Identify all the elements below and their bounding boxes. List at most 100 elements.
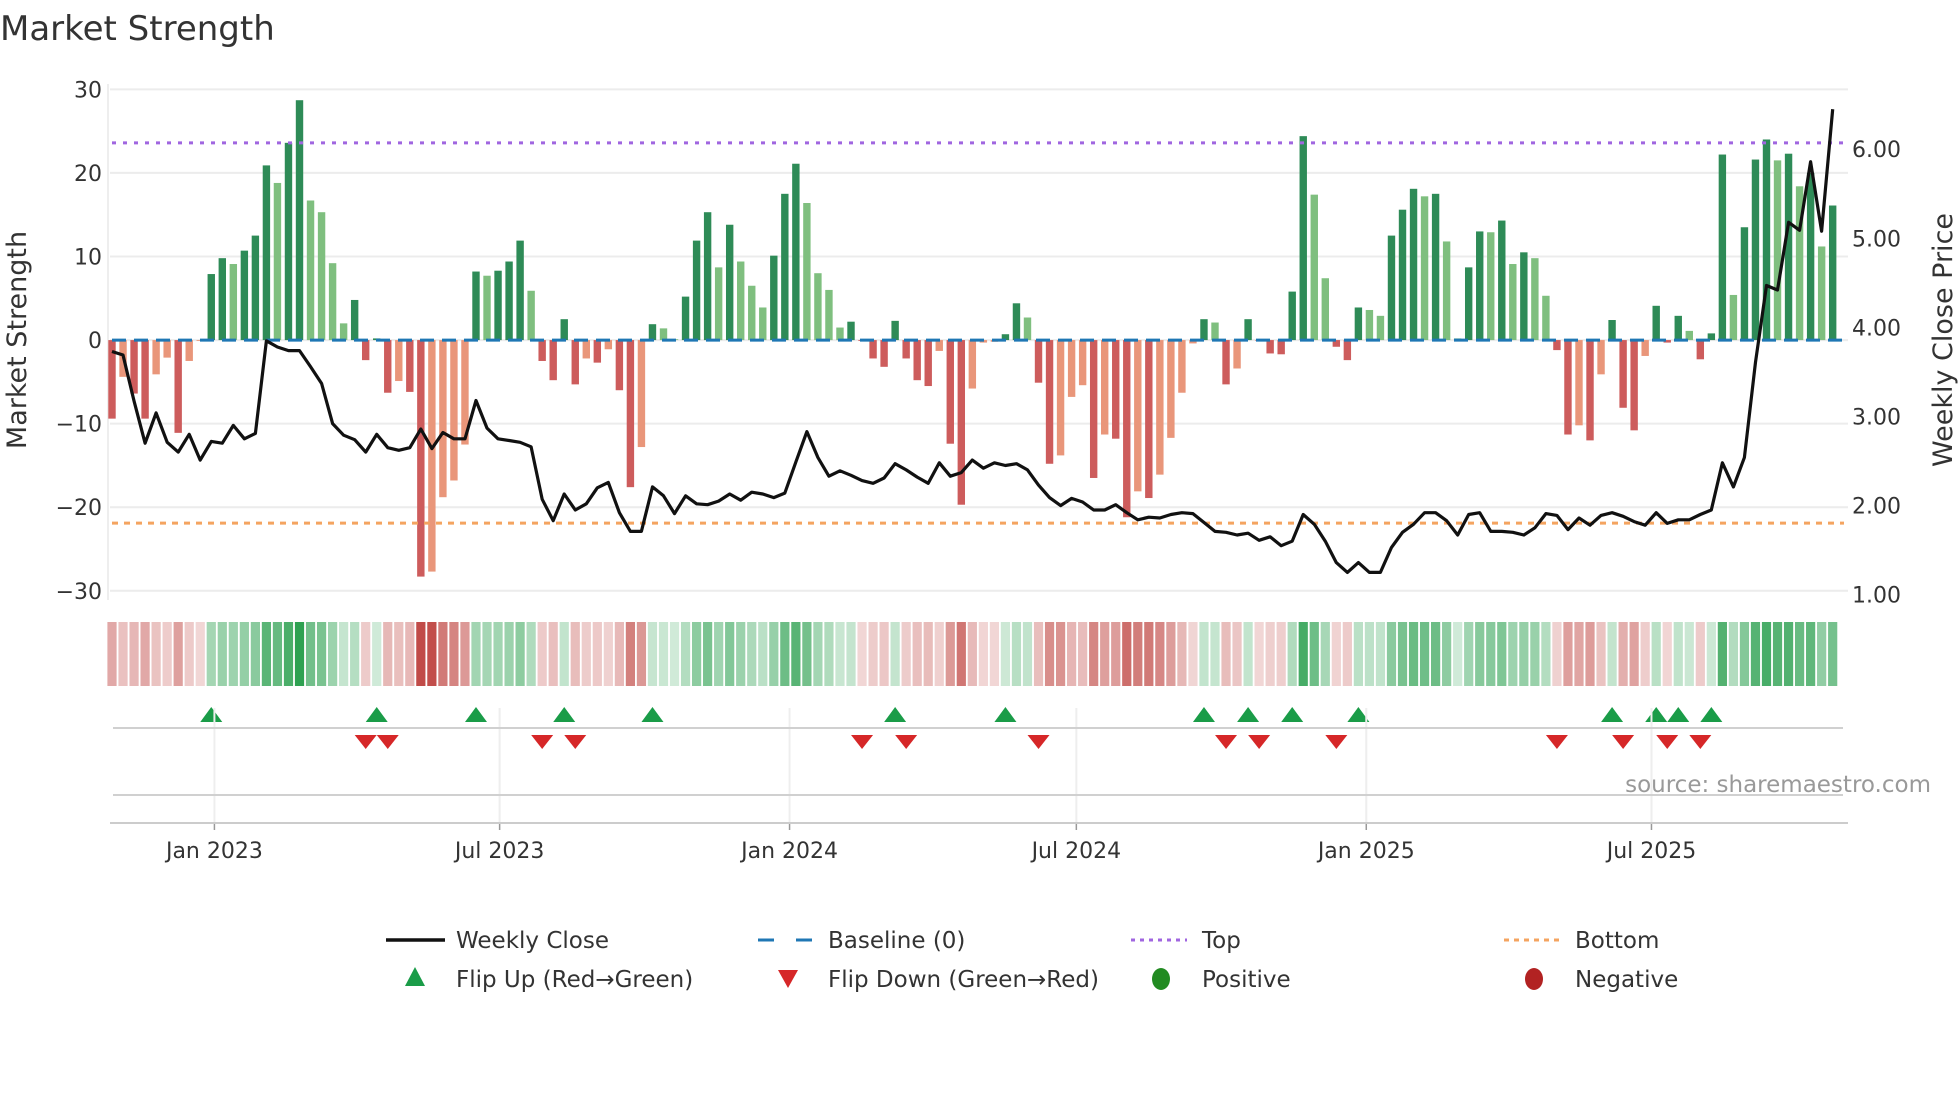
flip-up-marker [1281,707,1304,722]
heatmap-cell [1717,622,1727,686]
legend-label: Positive [1202,967,1291,993]
strength-bar [1630,340,1638,431]
strength-bar [1288,291,1296,341]
chart-title: Market Strength [0,9,275,49]
flip-up-marker [365,707,388,722]
strength-bar [1487,232,1495,341]
heatmap-cell [471,622,481,686]
heatmap-cell [449,622,459,686]
flip-down-marker [1027,735,1050,749]
left-tick-label: −20 [56,496,102,521]
heatmap-cell [504,622,514,686]
heatmap-cell [791,622,801,686]
strength-bar [395,340,403,382]
heatmap-cell [1750,622,1761,686]
legend-item-top: Top [1131,928,1241,954]
heatmap-cell [1794,622,1805,686]
left-tick-label: −30 [56,580,102,605]
heatmap-cell [1397,622,1408,686]
triangle-down-icon [778,970,798,988]
heatmap-cell [394,622,404,686]
strength-bar [1012,303,1021,341]
strength-bar [725,224,734,341]
strength-bar [891,320,899,341]
heatmap-cell [427,622,437,686]
legend-label: Top [1201,928,1241,954]
strength-bars [108,100,1837,577]
heatmap-cell [603,622,613,686]
strength-bar [659,328,668,341]
heatmap-cell [1618,622,1628,686]
heatmap-cell [1629,622,1639,686]
strength-bar [1575,340,1583,426]
heatmap-cell [1541,622,1551,686]
heatmap-cell [1419,622,1430,686]
strength-bar [1564,340,1572,435]
heatmap-cell [162,622,172,686]
heatmap-cell [294,622,305,686]
flip-down-marker [564,735,587,749]
circle-negative-icon [1525,968,1543,990]
heatmap-cell [316,622,327,686]
strength-bar [428,340,436,572]
flip-down-marker [376,735,399,749]
heatmap-cell [857,622,867,686]
heatmap-cell [328,622,338,686]
strength-bar [1498,220,1506,341]
heatmap-cell [107,622,117,686]
strength-bar [869,340,877,359]
heatmap-cell [1133,622,1143,686]
left-tick-label: −10 [56,413,102,438]
heatmap-cell [1464,622,1474,686]
strength-bar [1520,252,1528,341]
strength-bar [637,340,646,448]
heatmap-cell [1298,622,1308,686]
strength-bar [472,271,480,341]
heatmap-cell [239,622,249,686]
heatmap-cell [868,622,878,686]
strength-bar [593,340,602,363]
strength-bar [207,274,215,341]
flip-down-marker [1689,735,1712,749]
x-tick-label: Jul 2023 [453,839,545,864]
heatmap-cell [140,622,150,686]
strength-bar [792,163,800,341]
heatmap-cell [1000,622,1011,686]
legend-item-positive: Positive [1152,967,1291,993]
heatmap-cell [780,622,790,686]
heatmap-cell [1806,622,1816,686]
x-tick-label: Jul 2024 [1030,839,1122,864]
heatmap-cell [625,622,636,686]
strength-bar [902,340,910,359]
heatmap-cell [1342,622,1352,686]
heatmap-cell [1067,622,1077,686]
strength-bar [295,100,304,341]
strength-bar [1156,340,1164,475]
heatmap-cell [1100,622,1110,686]
circle-positive-icon [1152,968,1170,990]
strength-bar [1387,235,1396,341]
heatmap-cell [526,622,536,686]
strength-bar [339,323,348,341]
strength-bar [1244,319,1252,341]
heatmap-cell [1552,622,1562,686]
heatmap-cell [1706,622,1716,686]
heatmap-cell [747,622,757,686]
strength-bar [1233,340,1241,369]
strength-bar [549,340,557,381]
strength-bar [1376,315,1385,341]
heatmap-cell [1044,622,1055,686]
strength-bar [1817,246,1826,341]
heatmap-cell [1828,622,1838,686]
strength-bar [1718,154,1727,341]
legend-item-weekly-close: Weekly Close [386,928,609,954]
heatmap-cell [736,622,746,686]
heatmap-cell [846,622,856,686]
strength-bar [406,340,414,392]
heatmap-cell [1728,622,1739,686]
heatmap-cell [339,622,349,686]
heatmap-cell [824,622,834,686]
heatmap-cell [350,622,360,686]
strength-bar [1365,309,1374,341]
strength-bar [350,299,359,341]
